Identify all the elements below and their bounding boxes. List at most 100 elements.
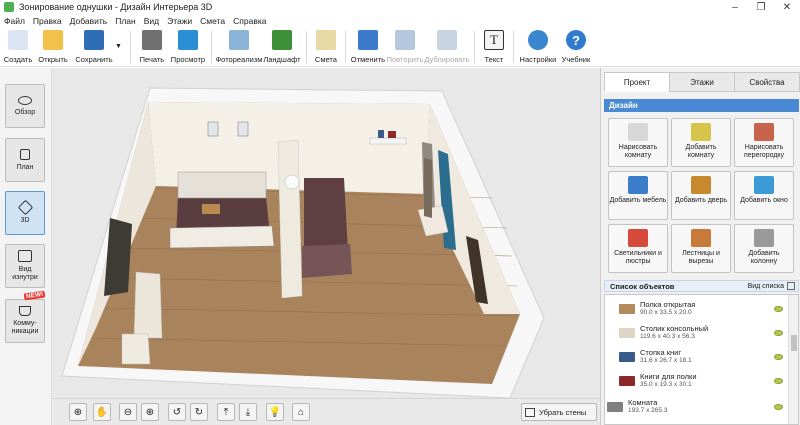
print-button[interactable]: Печать [135, 27, 169, 67]
rotate-left-icon[interactable]: ↺ [168, 403, 186, 421]
save-dropdown-arrow[interactable]: ▼ [115, 43, 122, 50]
save-button[interactable]: Сохранить [73, 27, 115, 67]
menu-help[interactable]: Справка [233, 16, 266, 26]
settings-label: Настройки [519, 55, 557, 64]
preview-button[interactable]: Просмотр [169, 27, 207, 67]
visibility-eye-icon[interactable] [774, 377, 783, 384]
title-bar: Зонирование однушки - Дизайн Интерьера 3… [0, 0, 800, 14]
3d-viewport[interactable] [52, 68, 600, 425]
visibility-eye-icon[interactable] [774, 403, 783, 410]
tutorial-button[interactable]: ? Учебник [558, 27, 594, 67]
draw-room-button[interactable]: Нарисовать комнату [608, 118, 668, 167]
redo-button[interactable]: Повторить [386, 27, 424, 67]
add-column-button[interactable]: Добавить колонну [734, 224, 794, 273]
plan-button[interactable]: План [5, 138, 45, 182]
overview-button[interactable]: Обзор [5, 84, 45, 128]
hand-pan-icon[interactable]: ✋ [93, 403, 111, 421]
list-item[interactable]: Столик консольный 119.6 x 40.3 x 56.3 [605, 321, 789, 344]
visibility-eye-icon[interactable] [774, 353, 783, 360]
right-panel: Проект Этажи Свойства Дизайн Нарисовать … [600, 68, 800, 425]
visibility-eye-icon[interactable] [774, 305, 783, 312]
zoom-out-icon[interactable]: ⊖ [119, 403, 137, 421]
objects-scrollbar[interactable] [788, 295, 798, 424]
add-room-label: Добавить комнату [685, 144, 717, 159]
books-stack [378, 130, 384, 138]
rotate-right-icon[interactable]: ↻ [190, 403, 208, 421]
draw-room-label: Нарисовать комнату [618, 144, 658, 159]
menu-view[interactable]: Вид [144, 16, 159, 26]
object-name: Полка открытая [640, 299, 696, 309]
maximize-button[interactable]: ❐ [748, 0, 774, 14]
home-icon[interactable]: ⌂ [292, 403, 310, 421]
view-3d-button[interactable]: 3D [5, 191, 45, 235]
open-label: Открыть [38, 55, 68, 64]
reset-view-icon[interactable]: ⊕ [69, 403, 87, 421]
tab-project[interactable]: Проект [604, 72, 670, 92]
menu-plan[interactable]: План [115, 16, 136, 26]
books-icon [619, 351, 635, 362]
landscape-button[interactable]: Ландшафт [262, 27, 302, 67]
add-furniture-button[interactable]: Добавить мебель [608, 171, 668, 220]
menu-estimate[interactable]: Смета [200, 16, 225, 26]
list-item[interactable]: Полка открытая 90.0 x 33.5 x 20.0 [605, 297, 789, 320]
new-file-icon [8, 30, 28, 50]
preview-label: Просмотр [170, 55, 206, 64]
create-button[interactable]: Создать [3, 27, 33, 67]
inside-view-button[interactable]: Вид изнутри [5, 244, 45, 288]
menu-floors[interactable]: Этажи [167, 16, 192, 26]
draw-wall-icon [754, 123, 774, 141]
overview-label: Обзор [14, 108, 36, 116]
duplicate-button[interactable]: Дублировать [424, 27, 470, 67]
create-label: Создать [3, 55, 33, 64]
duplicate-icon [436, 30, 457, 50]
undo-icon [357, 30, 378, 50]
tilt-up-icon[interactable]: ⤒ [217, 403, 235, 421]
menu-edit[interactable]: Правка [33, 16, 62, 26]
lamps-button[interactable]: Светильники и люстры [608, 224, 668, 273]
list-item[interactable]: Стопка книг 31.6 x 26.7 x 18.1 [605, 345, 789, 368]
window-title: Зонирование однушки - Дизайн Интерьера 3… [19, 2, 213, 12]
light-bulb-icon[interactable]: 💡 [266, 403, 284, 421]
cube-3d-icon [17, 199, 33, 215]
tab-properties[interactable]: Свойства [734, 72, 800, 92]
tilt-down-icon[interactable]: ⤓ [239, 403, 257, 421]
zoom-in-icon[interactable]: ⊕ [141, 403, 159, 421]
plan-icon [20, 148, 30, 160]
close-button[interactable]: ✕ [774, 0, 800, 14]
stairs-button[interactable]: Лестницы и вырезы [671, 224, 731, 273]
scrollbar-thumb[interactable] [791, 335, 797, 351]
bed-tray [202, 204, 220, 214]
settings-button[interactable]: Настройки [518, 27, 558, 67]
view-list-label[interactable]: Вид списка [748, 283, 784, 290]
inside-view-label: Вид изнутри [12, 266, 38, 281]
menu-add[interactable]: Добавить [70, 16, 108, 26]
hide-walls-button[interactable]: Убрать стены [521, 403, 597, 421]
view-list-icon[interactable] [787, 282, 795, 290]
draw-wall-button[interactable]: Нарисовать перегородку [734, 118, 794, 167]
add-door-button[interactable]: Добавить дверь [671, 171, 731, 220]
right-tabs: Проект Этажи Свойства [604, 72, 800, 92]
list-item[interactable]: Книги для полки 35.0 x 19.3 x 30.1 [605, 369, 789, 392]
communications-button[interactable]: Комму-никации [5, 299, 45, 343]
print-label: Печать [139, 55, 165, 64]
object-size: 35.0 x 19.3 x 30.1 [640, 380, 692, 388]
text-button[interactable]: T Текст [479, 27, 509, 67]
lamps-label: Светильники и люстры [614, 250, 662, 265]
tree-icon [271, 30, 292, 50]
open-button[interactable]: Открыть [33, 27, 73, 67]
undo-button[interactable]: Отменить [350, 27, 386, 67]
add-window-label: Добавить окно [740, 197, 788, 204]
add-window-button[interactable]: Добавить окно [734, 171, 794, 220]
list-item[interactable]: Комната 193.7 x 265.3 [605, 395, 789, 418]
add-room-button[interactable]: Добавить комнату [671, 118, 731, 167]
stairs-icon [691, 229, 711, 247]
tutorial-label: Учебник [561, 55, 591, 64]
faucet-icon [19, 306, 31, 316]
photorealism-button[interactable]: Фотореализм [215, 27, 262, 67]
toolbar-separator [512, 31, 514, 63]
estimate-button[interactable]: Смета [311, 27, 341, 67]
minimize-button[interactable]: – [722, 0, 748, 14]
visibility-eye-icon[interactable] [774, 329, 783, 336]
menu-file[interactable]: Файл [4, 16, 25, 26]
tab-floors[interactable]: Этажи [669, 72, 735, 92]
